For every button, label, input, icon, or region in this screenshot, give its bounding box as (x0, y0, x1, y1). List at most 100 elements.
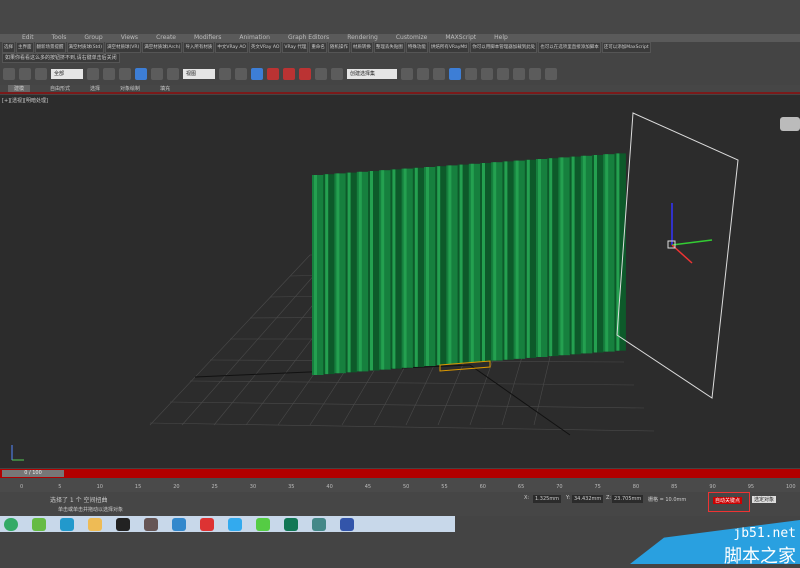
snap-icon[interactable] (267, 68, 279, 80)
keyboard-shortcut-icon[interactable] (251, 68, 263, 80)
timeline-tick-label: 70 (556, 484, 563, 490)
menu-item[interactable]: Modifiers (194, 34, 221, 42)
app-icon[interactable] (228, 517, 242, 531)
track-bar[interactable]: 0 5 10 15 20 25 30 35 40 45 50 55 60 65 70 75 80 85 90 95 10… (0, 478, 800, 492)
select-region-icon[interactable] (119, 68, 131, 80)
viewcube-icon[interactable] (780, 117, 800, 131)
plugin-button[interactable]: 选择 (2, 42, 15, 53)
plugin-button[interactable]: 翻新场景提醒 (34, 42, 66, 53)
plugin-button[interactable]: 还可以添加MaxScript (601, 42, 651, 53)
ribbon-tab[interactable]: 填充 (160, 85, 170, 92)
selection-filter-dropdown[interactable]: 全部 (51, 69, 83, 79)
angle-snap-icon[interactable] (283, 68, 295, 80)
3dsmax-icon[interactable] (284, 517, 298, 531)
autokey-highlight: 自动关键点 (708, 492, 750, 512)
plugin-button[interactable]: 满空材质球(Std) (66, 42, 104, 53)
world-axis-tripod (11, 445, 24, 461)
folder-icon[interactable] (88, 517, 102, 531)
scale-icon[interactable] (167, 68, 179, 80)
material-editor-icon[interactable] (497, 68, 509, 80)
menu-item[interactable]: Views (121, 34, 138, 42)
mirror-icon[interactable] (401, 68, 413, 80)
scene-explorer-icon[interactable] (449, 68, 461, 80)
plugin-button[interactable]: 英文VRay AO (248, 42, 282, 53)
app-icon[interactable] (172, 517, 186, 531)
reference-coord-dropdown[interactable]: 视图 (183, 69, 215, 79)
rotate-icon[interactable] (151, 68, 163, 80)
select-manipulate-icon[interactable] (235, 68, 247, 80)
layer-icon[interactable] (433, 68, 445, 80)
menu-item[interactable]: Create (156, 34, 176, 42)
menu-item[interactable]: Help (494, 34, 508, 42)
plugin-button[interactable]: VRay 代理 (282, 42, 309, 53)
transform-gizmo[interactable] (667, 203, 713, 264)
schematic-view-icon[interactable] (481, 68, 493, 80)
align-icon[interactable] (417, 68, 429, 80)
link-icon[interactable] (3, 68, 15, 80)
status-prompt: 单击或单击并拖动以选择对象 (58, 507, 124, 513)
spinner-snap-icon[interactable] (315, 68, 327, 80)
qq-icon[interactable] (116, 517, 130, 531)
pivot-icon[interactable] (219, 68, 231, 80)
select-object-icon[interactable] (103, 68, 115, 80)
percent-snap-icon[interactable] (299, 68, 311, 80)
render-setup-icon[interactable] (513, 68, 525, 80)
grid-line (149, 254, 311, 426)
move-icon[interactable] (135, 68, 147, 80)
menu-item[interactable]: Animation (239, 34, 270, 42)
ribbon-tab[interactable]: 对象绘制 (120, 85, 140, 92)
plugin-button[interactable]: 中文VRay AO (215, 42, 248, 53)
plugin-button[interactable]: 也可以在选项里直接添加脚本 (538, 42, 601, 53)
plugin-button[interactable]: 导入所有材质 (183, 42, 215, 53)
unlink-icon[interactable] (19, 68, 31, 80)
z-coord-field[interactable]: 23.705mm (612, 495, 644, 503)
autokey-button[interactable]: 自动关键点 (713, 497, 743, 504)
selected-dropdown[interactable]: 选定对象 (752, 496, 777, 503)
menu-item[interactable]: Rendering (347, 34, 378, 42)
perspective-viewport[interactable]: [+][透视][明暗处理] (0, 95, 800, 468)
plugin-button[interactable]: 你可以用脚本管理器加载到此处 (470, 42, 538, 53)
render-icon[interactable] (545, 68, 557, 80)
plugin-button[interactable]: 烘焙所有VRayMtl (428, 42, 470, 53)
edit-named-selection-icon[interactable] (331, 68, 343, 80)
time-bar[interactable]: 0 / 100 (0, 469, 800, 478)
menu-item[interactable]: Customize (396, 34, 428, 42)
ie-icon[interactable] (60, 517, 74, 531)
plugin-button[interactable]: 满空材质球(VR) (105, 42, 142, 53)
ribbon-tab[interactable]: 选择 (90, 85, 100, 92)
viewport-label[interactable]: [+][透视][明暗处理] (2, 97, 48, 104)
plugin-button[interactable]: 材质转换 (350, 42, 373, 53)
plugin-button[interactable]: 重命名 (309, 42, 327, 53)
ribbon-tabs: 建模 自由形式 选择 对象绘制 填充 (0, 85, 800, 94)
plugin-button[interactable]: 特殊功能 (405, 42, 428, 53)
plugin-button[interactable]: 整理丢失贴图 (373, 42, 405, 53)
app-icon[interactable] (200, 517, 214, 531)
plane-object[interactable] (616, 112, 739, 399)
menu-item[interactable]: Edit (22, 34, 34, 42)
plugin-button[interactable]: 主界面 (16, 42, 34, 53)
app-icon[interactable] (32, 517, 46, 531)
render-frame-icon[interactable] (529, 68, 541, 80)
app-icon[interactable] (144, 517, 158, 531)
bind-spacewarp-icon[interactable] (35, 68, 47, 80)
named-selection-input[interactable]: 创建选择集 (347, 69, 397, 79)
ribbon-tab[interactable]: 自由形式 (50, 85, 70, 92)
x-coord-field[interactable]: 1.325mm (533, 495, 562, 503)
menu-item[interactable]: MAXScript (445, 34, 476, 42)
menu-item[interactable]: Tools (52, 34, 67, 42)
menu-item[interactable]: Graph Editors (288, 34, 329, 42)
menu-item[interactable]: Group (84, 34, 102, 42)
start-icon[interactable] (4, 517, 18, 531)
ribbon-tab[interactable]: 建模 (8, 85, 31, 92)
app-icon[interactable] (312, 517, 326, 531)
plugin-button[interactable]: 随机操作 (327, 42, 350, 53)
curtain-highlight (504, 161, 508, 360)
curve-editor-icon[interactable] (465, 68, 477, 80)
curtain-object[interactable] (312, 153, 626, 375)
app-icon[interactable] (256, 517, 270, 531)
plugin-button[interactable]: 满空材质球(Arch) (142, 42, 183, 53)
select-by-name-icon[interactable] (87, 68, 99, 80)
time-slider[interactable]: 0 / 100 (2, 470, 64, 477)
y-coord-field[interactable]: 34.432mm (572, 495, 604, 503)
word-icon[interactable] (340, 517, 354, 531)
